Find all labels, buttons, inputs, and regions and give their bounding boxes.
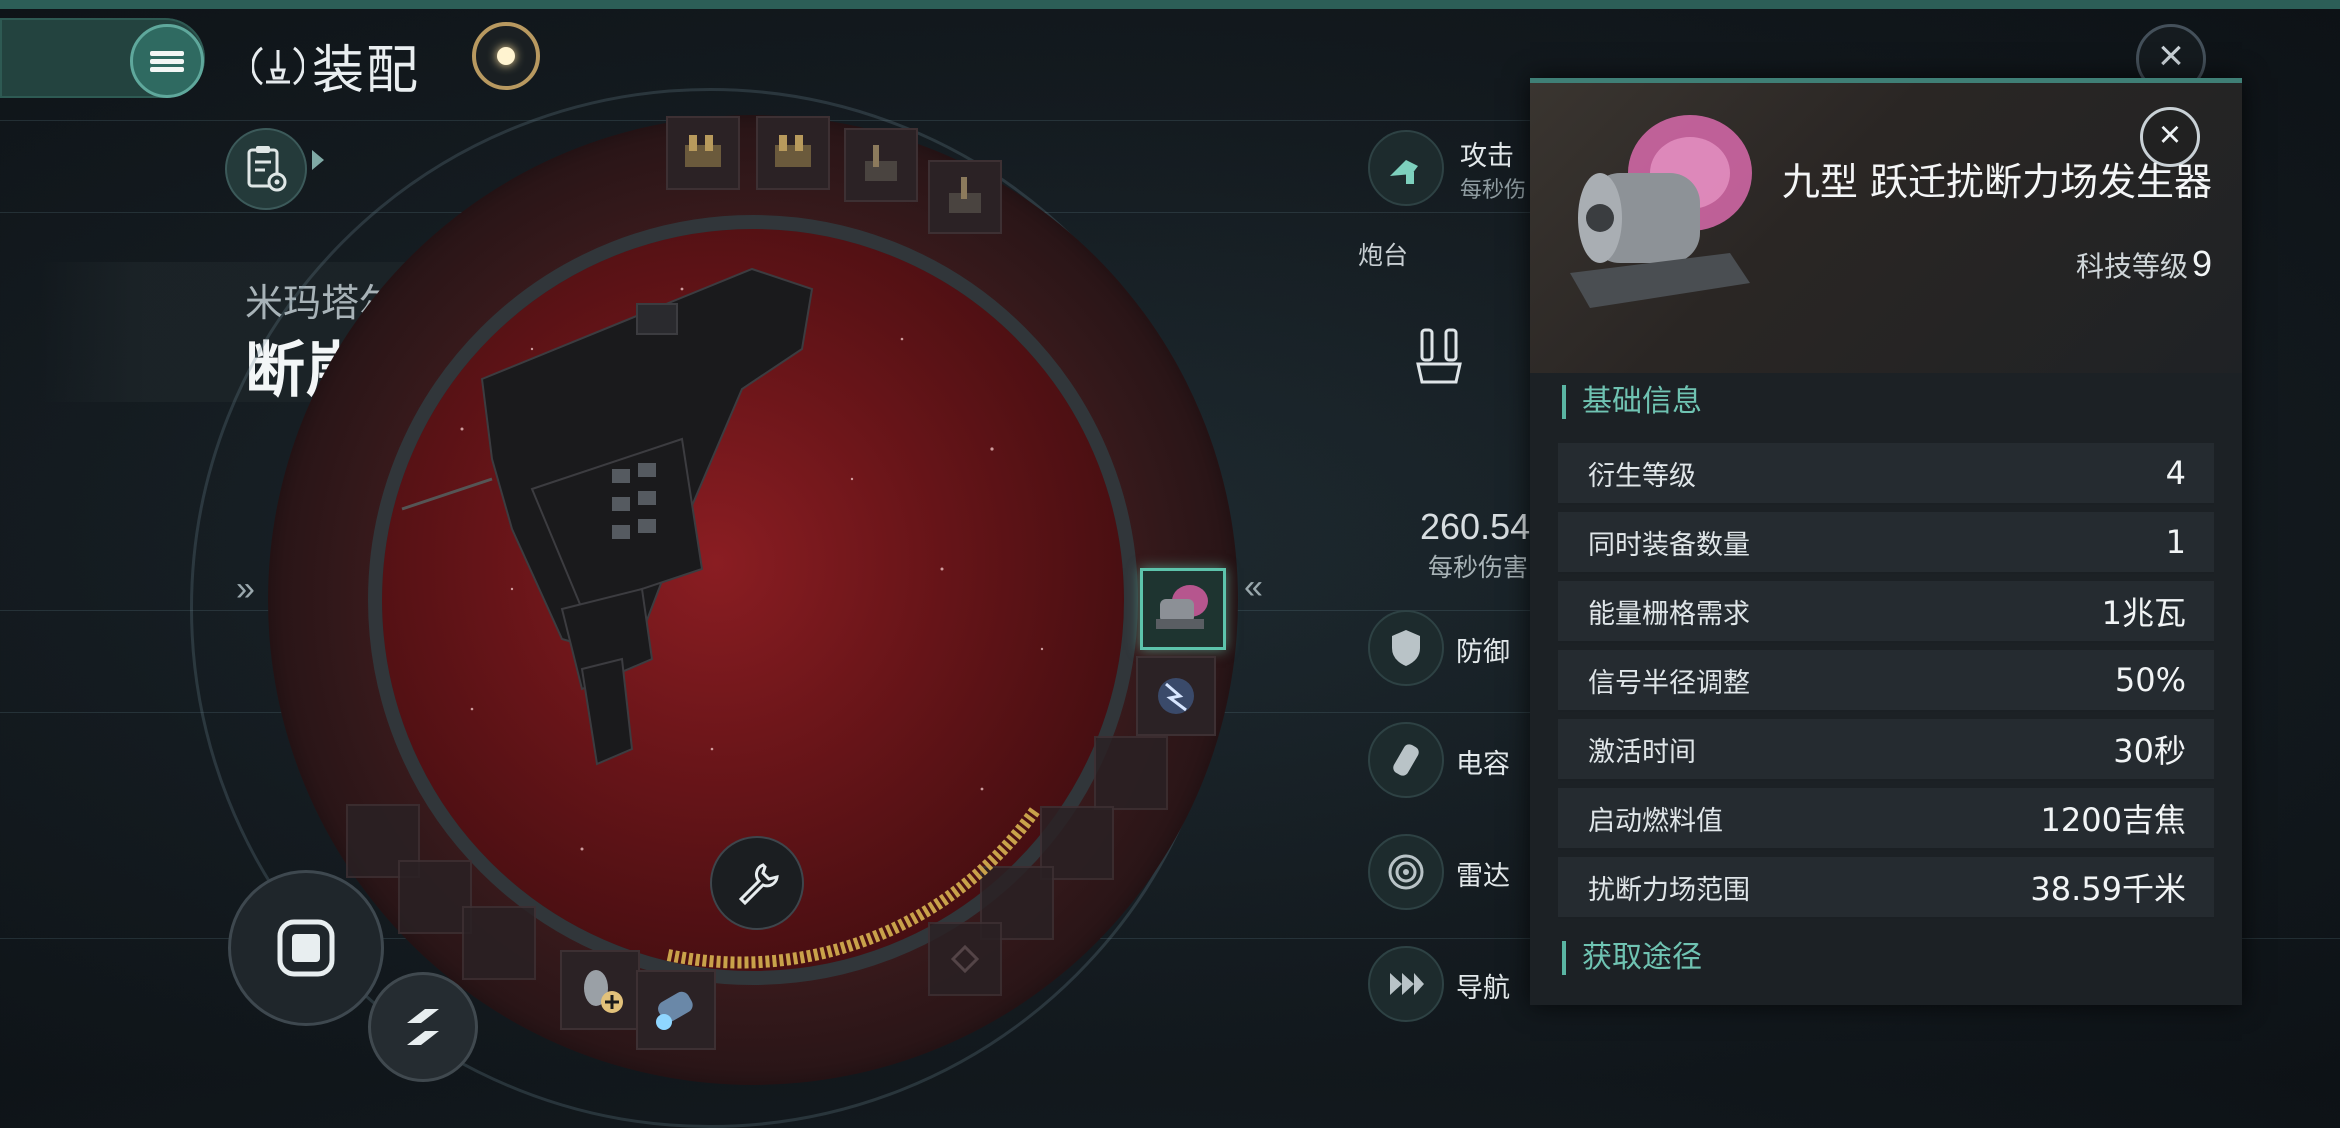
page-header: 装配: [252, 28, 420, 103]
turret-module-icon: [685, 135, 721, 167]
info-row: 启动燃料值 1200吉焦: [1558, 788, 2214, 850]
attack-sub-label: 每秒伤: [1460, 178, 1527, 203]
navigation-icon[interactable]: [1368, 946, 1444, 1022]
high-slot[interactable]: [756, 116, 830, 190]
info-row: 信号半径调整 50%: [1558, 650, 2214, 712]
dps-value: 260.54: [1420, 506, 1531, 547]
tech-level-value: 9: [2191, 243, 2212, 284]
wrench-icon: [738, 863, 779, 906]
info-value: 1200吉焦: [2040, 801, 2186, 839]
mid-slot-selected[interactable]: [1140, 568, 1226, 650]
attack-label: 攻击: [1460, 141, 1514, 172]
capacitor-label: 电容: [1456, 749, 1510, 780]
info-row: 衍生等级 4: [1558, 443, 2214, 505]
high-slot[interactable]: [844, 128, 918, 202]
thruster-module-icon: [656, 991, 693, 1030]
info-row: 激活时间 30秒: [1558, 719, 2214, 781]
stop-button[interactable]: [228, 870, 384, 1026]
expand-arrow-icon[interactable]: [312, 150, 324, 170]
tech-level-label: 科技等级: [2075, 250, 2188, 283]
shield-icon[interactable]: [1368, 610, 1444, 686]
info-value: 50%: [2114, 661, 2186, 699]
info-value: 4: [2165, 454, 2186, 492]
module-detail-panel: × 九型 跃迁扰断力场发生器 科技等级 9 基础信息 衍生等级 4 同时装备数量 1 …: [1530, 78, 2242, 1005]
turret-module-icon: [775, 135, 811, 167]
info-row: 扰断力场范围 38.59千米: [1558, 857, 2214, 919]
radar-label: 雷达: [1456, 861, 1510, 892]
basic-info-title: 基础信息: [1562, 385, 1702, 419]
wrench-button[interactable]: [710, 836, 804, 930]
info-label: 信号半径调整: [1588, 667, 1750, 699]
info-value: 38.59千米: [2030, 870, 2186, 908]
high-slot[interactable]: [666, 116, 740, 190]
info-label: 启动燃料值: [1588, 805, 1723, 837]
info-value: 1: [2165, 523, 2186, 561]
warp-disruptor-image: [1570, 115, 1752, 308]
menu-icon: [150, 48, 184, 75]
mid-slot[interactable]: [1136, 656, 1216, 736]
navigation-label: 导航: [1456, 973, 1510, 1004]
radar-icon[interactable]: [1368, 834, 1444, 910]
stop-icon: [277, 919, 335, 977]
clipboard-settings-icon: [247, 146, 287, 192]
attack-icon[interactable]: [1368, 130, 1444, 206]
info-label: 扰断力场范围: [1588, 874, 1750, 906]
info-row: 同时装备数量 1: [1558, 512, 2214, 574]
info-value: 30秒: [2113, 732, 2186, 770]
defense-label: 防御: [1456, 637, 1510, 668]
info-label: 激活时间: [1588, 736, 1696, 768]
info-label: 同时装备数量: [1588, 529, 1750, 561]
electric-module-icon: [1158, 678, 1194, 714]
swap-icon: [407, 1009, 439, 1045]
turret-label: 炮台: [1358, 241, 1409, 270]
left-chevron-icon[interactable]: »: [236, 570, 255, 609]
panel-close-icon[interactable]: ×: [2140, 107, 2200, 167]
info-row: 能量栅格需求 1兆瓦: [1558, 581, 2214, 643]
acquire-title[interactable]: 获取途径: [1562, 941, 1702, 975]
fitting-icon: [252, 46, 304, 85]
top-accent-line: [0, 0, 2340, 9]
clipboard-settings-button[interactable]: [225, 128, 307, 210]
warp-disruptor-icon: [1156, 585, 1208, 629]
launcher-module-icon: [865, 145, 897, 181]
right-chevron-icon[interactable]: «: [1244, 568, 1263, 607]
item-name: 九型 跃迁扰断力场发生器: [1781, 160, 2212, 204]
turret-icon[interactable]: [1410, 324, 1470, 399]
capacitor-icon[interactable]: [1368, 722, 1444, 798]
info-label: 能量栅格需求: [1588, 598, 1750, 630]
dps-unit: 每秒伤害: [1428, 553, 1529, 582]
info-label: 衍生等级: [1588, 460, 1696, 492]
menu-button[interactable]: [130, 24, 204, 98]
page-title: 装配: [312, 41, 421, 101]
tech-level: 科技等级 9: [2076, 243, 2212, 285]
swap-button[interactable]: [368, 972, 478, 1082]
target-icon[interactable]: [472, 22, 540, 90]
info-value: 1兆瓦: [2101, 594, 2186, 632]
